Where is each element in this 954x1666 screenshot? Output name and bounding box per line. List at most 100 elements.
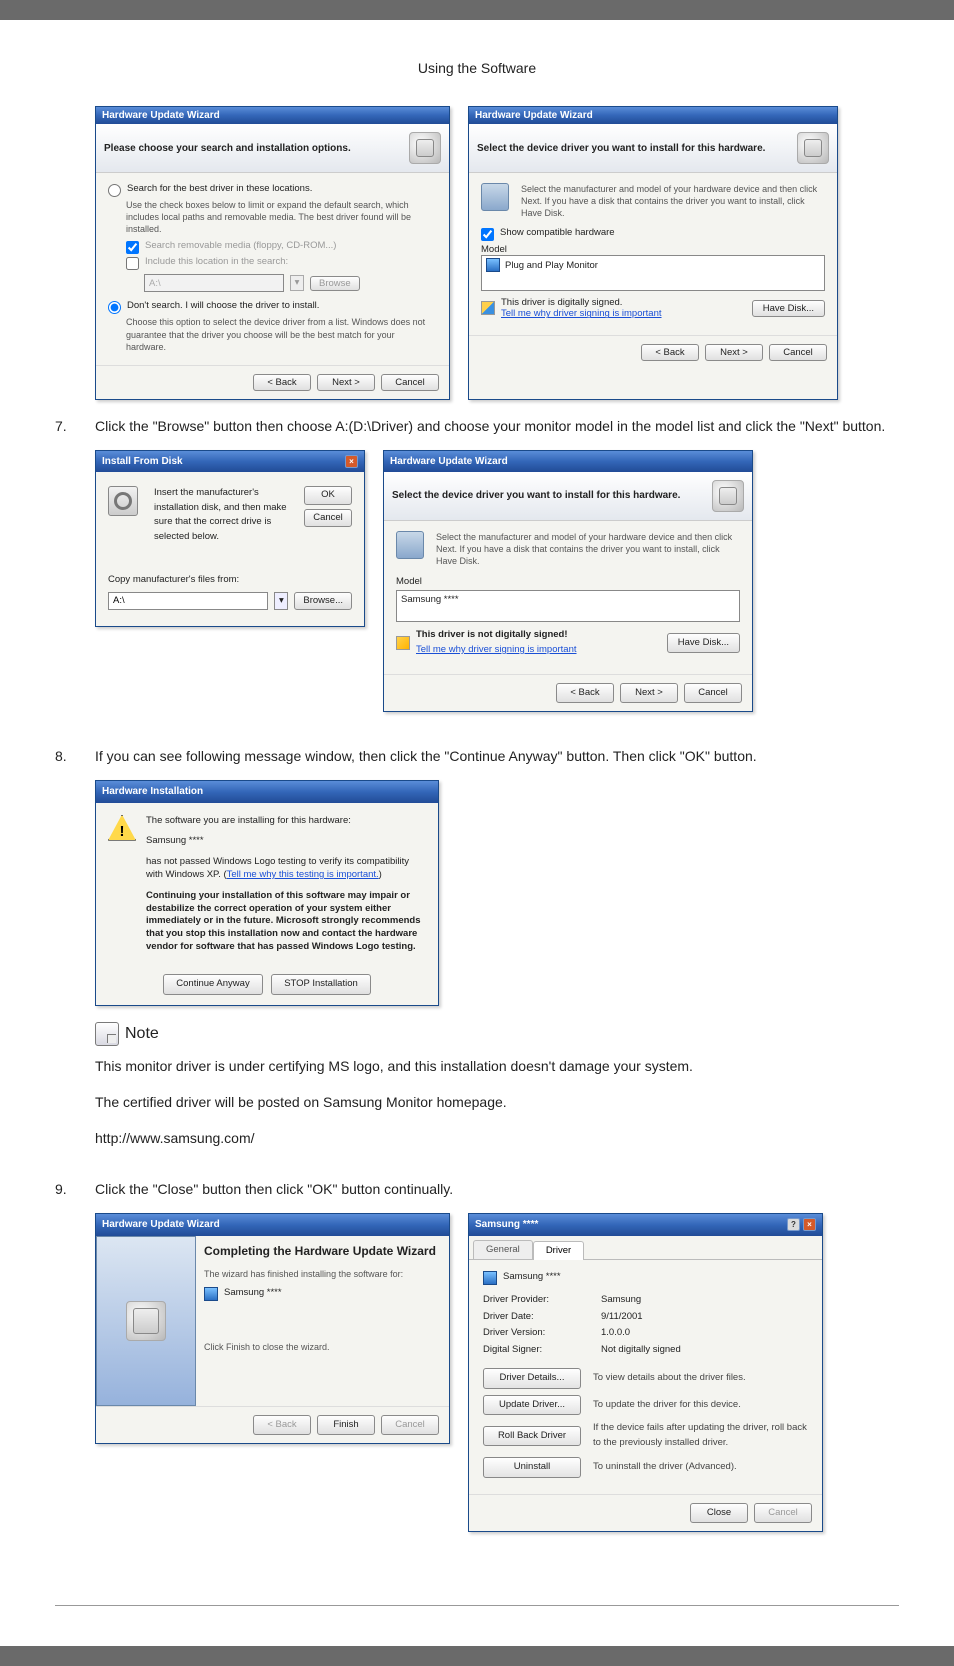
device-icon (712, 480, 744, 512)
update-driver-button[interactable]: Update Driver... (483, 1395, 581, 1416)
tab-general[interactable]: General (473, 1240, 533, 1260)
window-title: Hardware Update Wizard (390, 454, 508, 470)
wizard-header-text: Select the device driver you want to ins… (392, 488, 712, 504)
have-disk-button[interactable]: Have Disk... (667, 633, 740, 654)
wizard-header: Select the device driver you want to ins… (384, 472, 752, 521)
window-title: Hardware Update Wizard (475, 110, 593, 121)
cancel-button[interactable]: Cancel (684, 683, 742, 704)
uninstall-button[interactable]: Uninstall (483, 1457, 581, 1478)
model-list[interactable]: Samsung **** (396, 590, 740, 622)
k-provider: Driver Provider: (483, 1293, 583, 1308)
help-icon[interactable]: ? (787, 1218, 800, 1231)
titlebar: Hardware Installation (96, 781, 438, 803)
why-signing-link[interactable]: Tell me why driver signing is important (501, 308, 746, 319)
driver-details-button[interactable]: Driver Details... (483, 1368, 581, 1389)
v-date: 9/11/2001 (601, 1310, 643, 1325)
location-path-input[interactable] (144, 274, 284, 292)
wizard-footer: < Back Next > Cancel (96, 365, 449, 399)
copy-from-label: Copy manufacturer's files from: (108, 573, 352, 588)
hardware-installation-dialog: Hardware Installation The software you a… (95, 780, 439, 1006)
browse-button[interactable]: Browse (310, 276, 360, 291)
next-button[interactable]: Next > (620, 683, 678, 704)
warning-shield-icon (396, 636, 410, 650)
window-title: Hardware Update Wizard (102, 110, 220, 121)
dialog-footer: Close Cancel (469, 1494, 822, 1532)
disk-icon (108, 486, 138, 516)
roll-back-driver-button[interactable]: Roll Back Driver (483, 1426, 581, 1447)
close-icon[interactable]: × (803, 1218, 816, 1231)
dropdown-icon[interactable]: ▾ (274, 592, 288, 610)
dont-search-radio[interactable]: Don't search. I will choose the driver t… (108, 300, 437, 314)
chip-icon (396, 531, 424, 559)
continue-anyway-button[interactable]: Continue Anyway (163, 974, 263, 995)
cancel-button[interactable]: Cancel (381, 374, 439, 391)
titlebar: Hardware Update Wizard (96, 1214, 449, 1236)
v-provider: Samsung (601, 1293, 641, 1308)
why-testing-link[interactable]: Tell me why this testing is important. (227, 869, 379, 880)
note-label: Note (125, 1022, 159, 1047)
uninstall-text: To uninstall the driver (Advanced). (593, 1460, 737, 1475)
location-dropdown-icon[interactable]: ▾ (290, 275, 304, 291)
why-signing-link[interactable]: Tell me why driver signing is important (416, 643, 661, 658)
model-label: Model (396, 575, 740, 590)
model-item[interactable]: Plug and Play Monitor (505, 260, 598, 271)
back-button[interactable]: < Back (641, 344, 699, 361)
step-text: If you can see following message window,… (95, 746, 899, 768)
hw-wizard-select-driver-samsung: Hardware Update Wizard Select the device… (383, 450, 753, 713)
wizard-header-text: Select the device driver you want to ins… (477, 143, 797, 154)
have-disk-button[interactable]: Have Disk... (752, 300, 825, 317)
props-monitor-name: Samsung **** (503, 1270, 561, 1285)
next-button[interactable]: Next > (705, 344, 763, 361)
finish-button[interactable]: Finish (317, 1415, 375, 1436)
device-icon (409, 132, 441, 164)
wizard-footer: < Back Finish Cancel (96, 1406, 449, 1444)
step-7: 7. Click the "Browse" button then choose… (55, 416, 899, 728)
model-list[interactable]: Plug and Play Monitor (481, 255, 825, 291)
search-removable-check[interactable]: Search removable media (floppy, CD-ROM..… (126, 240, 437, 254)
select-driver-desc: Select the manufacturer and model of you… (436, 531, 740, 567)
browse-button[interactable]: Browse... (294, 592, 352, 611)
hw-text-1: The software you are installing for this… (146, 815, 351, 826)
cancel-button[interactable]: Cancel (304, 509, 352, 528)
signed-label: This driver is digitally signed. (501, 297, 746, 308)
device-icon (797, 132, 829, 164)
note-url: http://www.samsung.com/ (95, 1128, 899, 1150)
completing-sub: The wizard has finished installing the s… (204, 1268, 441, 1280)
search-best-radio[interactable]: Search for the best driver in these loca… (108, 183, 437, 197)
monitor-icon (204, 1287, 218, 1301)
close-button[interactable]: Close (690, 1503, 748, 1524)
hw-wizard-search-options: Hardware Update Wizard Please choose you… (95, 106, 450, 400)
wizard-header-text: Please choose your search and installati… (104, 143, 409, 154)
copy-from-input[interactable] (108, 592, 268, 610)
v-signer: Not digitally signed (601, 1343, 681, 1358)
titlebar: Hardware Update Wizard (96, 107, 449, 124)
v-version: 1.0.0.0 (601, 1326, 630, 1341)
search-best-hint: Use the check boxes below to limit or ex… (126, 199, 437, 235)
driver-details-text: To view details about the driver files. (593, 1371, 746, 1386)
tab-driver[interactable]: Driver (533, 1241, 584, 1261)
step-text: Click the "Close" button then click "OK"… (95, 1179, 899, 1201)
warning-icon (108, 815, 136, 841)
back-button[interactable]: < Back (556, 683, 614, 704)
cancel-button[interactable]: Cancel (769, 344, 827, 361)
chip-icon (481, 183, 509, 211)
update-driver-text: To update the driver for this device. (593, 1398, 741, 1413)
monitor-icon (483, 1271, 497, 1285)
step-text: Click the "Browse" button then choose A:… (95, 416, 899, 438)
page: Using the Software Hardware Update Wizar… (0, 20, 954, 1646)
show-compatible-check[interactable]: Show compatible hardware (481, 227, 825, 241)
close-icon[interactable]: × (345, 455, 358, 468)
hw-text-monitor: Samsung **** (146, 835, 204, 846)
step-9: 9. Click the "Close" button then click "… (55, 1179, 899, 1548)
hw-text-2b: ) (379, 869, 382, 880)
stop-installation-button[interactable]: STOP Installation (271, 974, 371, 995)
next-button[interactable]: Next > (317, 374, 375, 391)
ok-button[interactable]: OK (304, 486, 352, 505)
install-from-disk-dialog: Install From Disk× Insert the manufactur… (95, 450, 365, 628)
titlebar: Samsung **** ?× (469, 1214, 822, 1236)
include-location-check[interactable]: Include this location in the search: (126, 256, 437, 270)
back-button: < Back (253, 1415, 311, 1436)
install-from-text: Insert the manufacturer's installation d… (154, 486, 296, 545)
back-button[interactable]: < Back (253, 374, 311, 391)
model-item[interactable]: Samsung **** (401, 594, 459, 605)
